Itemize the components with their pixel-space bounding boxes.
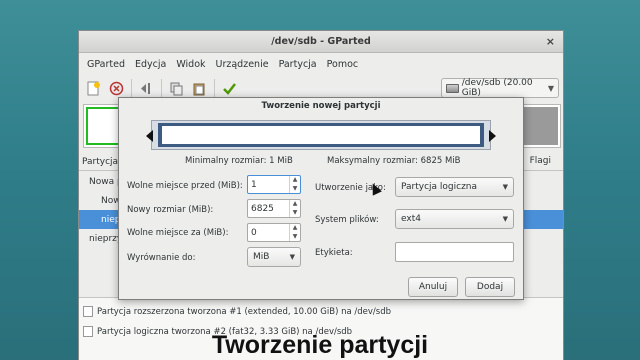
disk-icon — [446, 83, 459, 93]
free-after-input[interactable] — [248, 227, 290, 238]
new-size-input[interactable] — [248, 203, 290, 214]
list-item[interactable]: Partycja rozszerzona tworzona #1 (extend… — [83, 306, 391, 317]
window-title: /dev/sdb - GParted — [271, 36, 371, 47]
chevron-down-icon: ▼ — [289, 253, 295, 261]
cancel-button[interactable]: Anuluj — [408, 277, 458, 297]
align-label: Wyrównanie do: — [127, 253, 196, 263]
spinner-buttons[interactable]: ▲ ▼ — [289, 200, 300, 217]
resize-icon[interactable] — [138, 80, 155, 97]
free-before-label: Wolne miejsce przed (MiB): — [127, 181, 243, 191]
resize-handle-right-icon[interactable] — [489, 130, 496, 142]
menu-edit[interactable]: Edycja — [130, 59, 171, 70]
paste-icon[interactable] — [191, 80, 208, 97]
partition-resizer[interactable] — [146, 120, 496, 150]
new-size-label: Nowy rozmiar (MiB): — [127, 205, 214, 215]
add-button[interactable]: Dodaj — [465, 277, 515, 297]
align-select-value: MiB — [253, 252, 270, 262]
close-icon[interactable]: × — [546, 35, 555, 49]
column-flags[interactable]: Flagi — [530, 156, 551, 166]
spinner-buttons[interactable]: ▲ ▼ — [289, 176, 300, 193]
toolbar-separator — [214, 79, 215, 97]
window-titlebar[interactable]: /dev/sdb - GParted — [79, 31, 563, 53]
new-icon[interactable] — [85, 80, 102, 97]
copy-icon[interactable] — [168, 80, 185, 97]
tag-input[interactable] — [395, 242, 514, 262]
dialog-title: Tworzenie nowej partycji — [261, 101, 381, 111]
create-as-select[interactable]: Partycja logiczna ▼ — [395, 177, 514, 197]
min-size-label: Minimalny rozmiar: 1 MiB — [185, 156, 293, 166]
operation-icon — [83, 306, 93, 317]
spinner-buttons[interactable]: ▲ ▼ — [289, 224, 300, 241]
menubar: GParted Edycja Widok Urządzenie Partycja… — [79, 55, 563, 73]
resize-handle-left-icon[interactable] — [146, 130, 153, 142]
menu-help[interactable]: Pomoc — [322, 59, 364, 70]
menu-gparted[interactable]: GParted — [82, 59, 130, 70]
filesystem-select-value: ext4 — [401, 214, 421, 224]
toolbar-separator — [131, 79, 132, 97]
free-after-spinner[interactable]: ▲▼ — [247, 223, 301, 242]
menu-partition[interactable]: Partycja — [274, 59, 322, 70]
toolbar-separator — [161, 79, 162, 97]
resizer-free-area — [162, 126, 480, 144]
menu-device[interactable]: Urządzenie — [211, 59, 274, 70]
menu-view[interactable]: Widok — [171, 59, 210, 70]
chevron-down-icon: ▼ — [502, 183, 508, 191]
create-partition-dialog: Tworzenie nowej partycji Minimalny rozmi… — [118, 97, 524, 300]
free-before-input[interactable] — [248, 179, 290, 190]
free-after-label: Wolne miejsce za (MiB): — [127, 228, 229, 238]
max-size-label: Maksymalny rozmiar: 6825 MiB — [327, 156, 461, 166]
video-caption: Tworzenie partycji — [211, 331, 429, 359]
create-as-select-value: Partycja logiczna — [401, 182, 478, 192]
chevron-down-icon: ▼ — [547, 83, 554, 93]
chevron-down-icon: ▼ — [502, 215, 508, 223]
align-select[interactable]: MiB ▼ — [247, 247, 301, 267]
filesystem-label: System plików: — [315, 215, 379, 225]
filesystem-select[interactable]: ext4 ▼ — [395, 209, 514, 229]
operation-text: Partycja rozszerzona tworzona #1 (extend… — [97, 306, 392, 317]
column-partition[interactable]: Partycja — [82, 157, 118, 167]
resizer-bar[interactable] — [158, 123, 484, 147]
new-size-spinner[interactable]: ▲▼ — [247, 199, 301, 218]
tag-label: Etykieta: — [315, 248, 353, 258]
apply-icon[interactable] — [221, 80, 238, 97]
delete-icon[interactable] — [108, 80, 125, 97]
device-selector-value: /dev/sdb (20.00 GiB) — [461, 78, 533, 98]
device-selector[interactable]: /dev/sdb (20.00 GiB) ▼ — [441, 78, 559, 98]
partition-block-other[interactable] — [522, 107, 558, 145]
free-before-spinner[interactable]: ▲▼ — [247, 175, 301, 194]
